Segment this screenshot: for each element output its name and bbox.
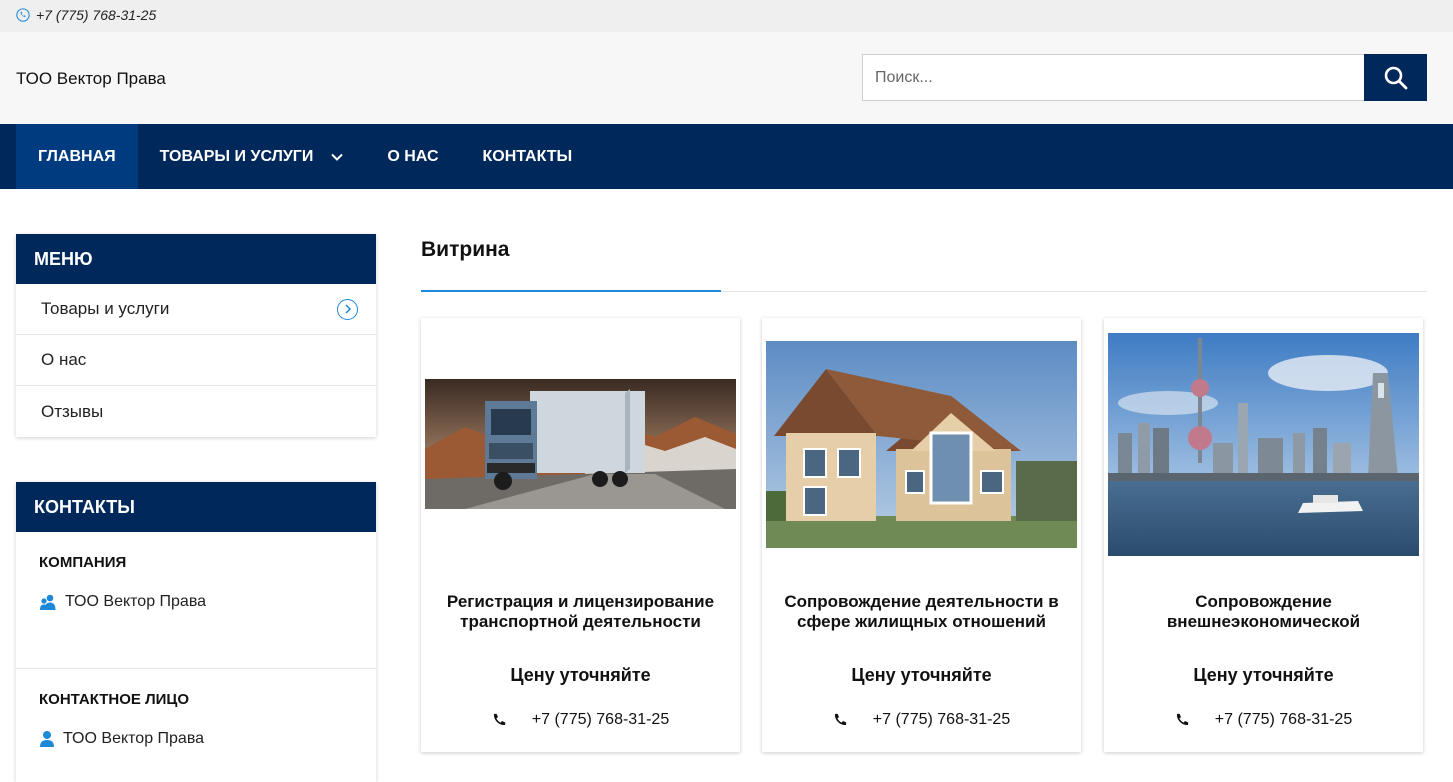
sidebar-item-label: О нас [41,350,87,369]
top-phone-text: +7 (775) 768-31-25 [36,7,157,23]
brand-name[interactable]: ТОО Вектор Права [16,69,166,89]
nav-item-about[interactable]: О НАС [365,124,460,189]
nav-item-contacts[interactable]: КОНТАКТЫ [461,124,595,189]
site-header: ТОО Вектор Права [0,32,1453,124]
search-input[interactable] [862,54,1364,101]
sidebar-contacts-title: КОНТАКТЫ [16,482,376,532]
nav-item-products[interactable]: ТОВАРЫ И УСЛУГИ [138,124,366,189]
nav-item-label: ГЛАВНАЯ [38,147,116,165]
product-image-city[interactable] [1108,333,1419,556]
sidebar-item-label: Товары и услуги [41,299,170,318]
contact-company-label: КОМПАНИЯ [39,554,127,571]
nav-item-label: КОНТАКТЫ [482,147,573,165]
contact-person-value: ТОО Вектор Права [63,730,205,747]
product-price: Цену уточняйте [510,665,651,685]
phone-icon [834,713,847,726]
chevron-right-circle-icon[interactable] [337,298,358,320]
product-phone[interactable]: +7 (775) 768-31-25 [762,711,1081,729]
product-phone[interactable]: +7 (775) 768-31-25 [421,711,740,729]
product-image-house[interactable] [766,341,1077,548]
product-price: Цену уточняйте [851,665,992,685]
sidebar-item-products[interactable]: Товары и услуги [16,284,376,335]
search-form [862,54,1427,101]
sidebar-item-label: Отзывы [41,401,104,421]
product-phone[interactable]: +7 (775) 768-31-25 [1104,711,1423,729]
top-phone[interactable]: +7 (775) 768-31-25 [16,7,156,23]
sidebar-menu: МЕНЮ Товары и услуги О нас Отзывы [16,234,376,437]
product-image-truck[interactable] [425,379,736,509]
phone-icon [1176,713,1189,726]
phone-icon [493,713,506,726]
contact-person: КОНТАКТНОЕ ЛИЦО ТОО Вектор Права [16,669,376,748]
title-divider [421,290,1427,292]
chevron-down-icon[interactable] [331,153,344,161]
product-phone-text: +7 (775) 768-31-25 [872,711,1011,728]
product-phone-text: +7 (775) 768-31-25 [1214,711,1353,728]
product-price: Цену уточняйте [1193,665,1334,685]
product-card[interactable]: Сопровождение внешнеэкономической деятел… [1104,318,1423,752]
product-phone-text: +7 (775) 768-31-25 [531,711,670,728]
nav-item-home[interactable]: ГЛАВНАЯ [16,124,138,189]
product-card[interactable]: Сопровождение деятельности в сфере жилищ… [762,318,1081,752]
sidebar-item-about[interactable]: О нас [16,335,376,386]
nav-item-label: О НАС [387,147,439,165]
product-title[interactable]: Сопровождение деятельности в сфере жилищ… [776,592,1067,632]
main-nav: ГЛАВНАЯ ТОВАРЫ И УСЛУГИ О НАС КОНТАКТЫ [0,124,1453,189]
product-title[interactable]: Регистрация и лицензирование транспортно… [435,592,726,632]
product-title[interactable]: Сопровождение внешнеэкономической деятел… [1118,592,1409,632]
title-accent-line [421,290,721,292]
contact-person-label: КОНТАКТНОЕ ЛИЦО [39,691,189,708]
top-bar: +7 (775) 768-31-25 [0,0,1453,32]
page-title: Витрина [421,238,510,261]
sidebar-item-reviews[interactable]: Отзывы [16,386,376,437]
product-card[interactable]: Регистрация и лицензирование транспортно… [421,318,740,752]
user-icon [40,731,54,747]
search-icon [1384,66,1407,89]
contact-company-value: ТОО Вектор Права [65,593,207,610]
users-icon [40,594,56,610]
phone-circle-icon [16,8,30,22]
contact-company: КОМПАНИЯ ТОО Вектор Права [16,532,376,669]
sidebar-contacts: КОНТАКТЫ КОМПАНИЯ ТОО Вектор Права КОНТА… [16,482,376,782]
showcase: Витрина Регистрация и лицензирование тра… [421,234,1427,752]
search-button[interactable] [1364,54,1427,101]
nav-item-label: ТОВАРЫ И УСЛУГИ [159,147,314,165]
sidebar-menu-title: МЕНЮ [16,234,376,284]
